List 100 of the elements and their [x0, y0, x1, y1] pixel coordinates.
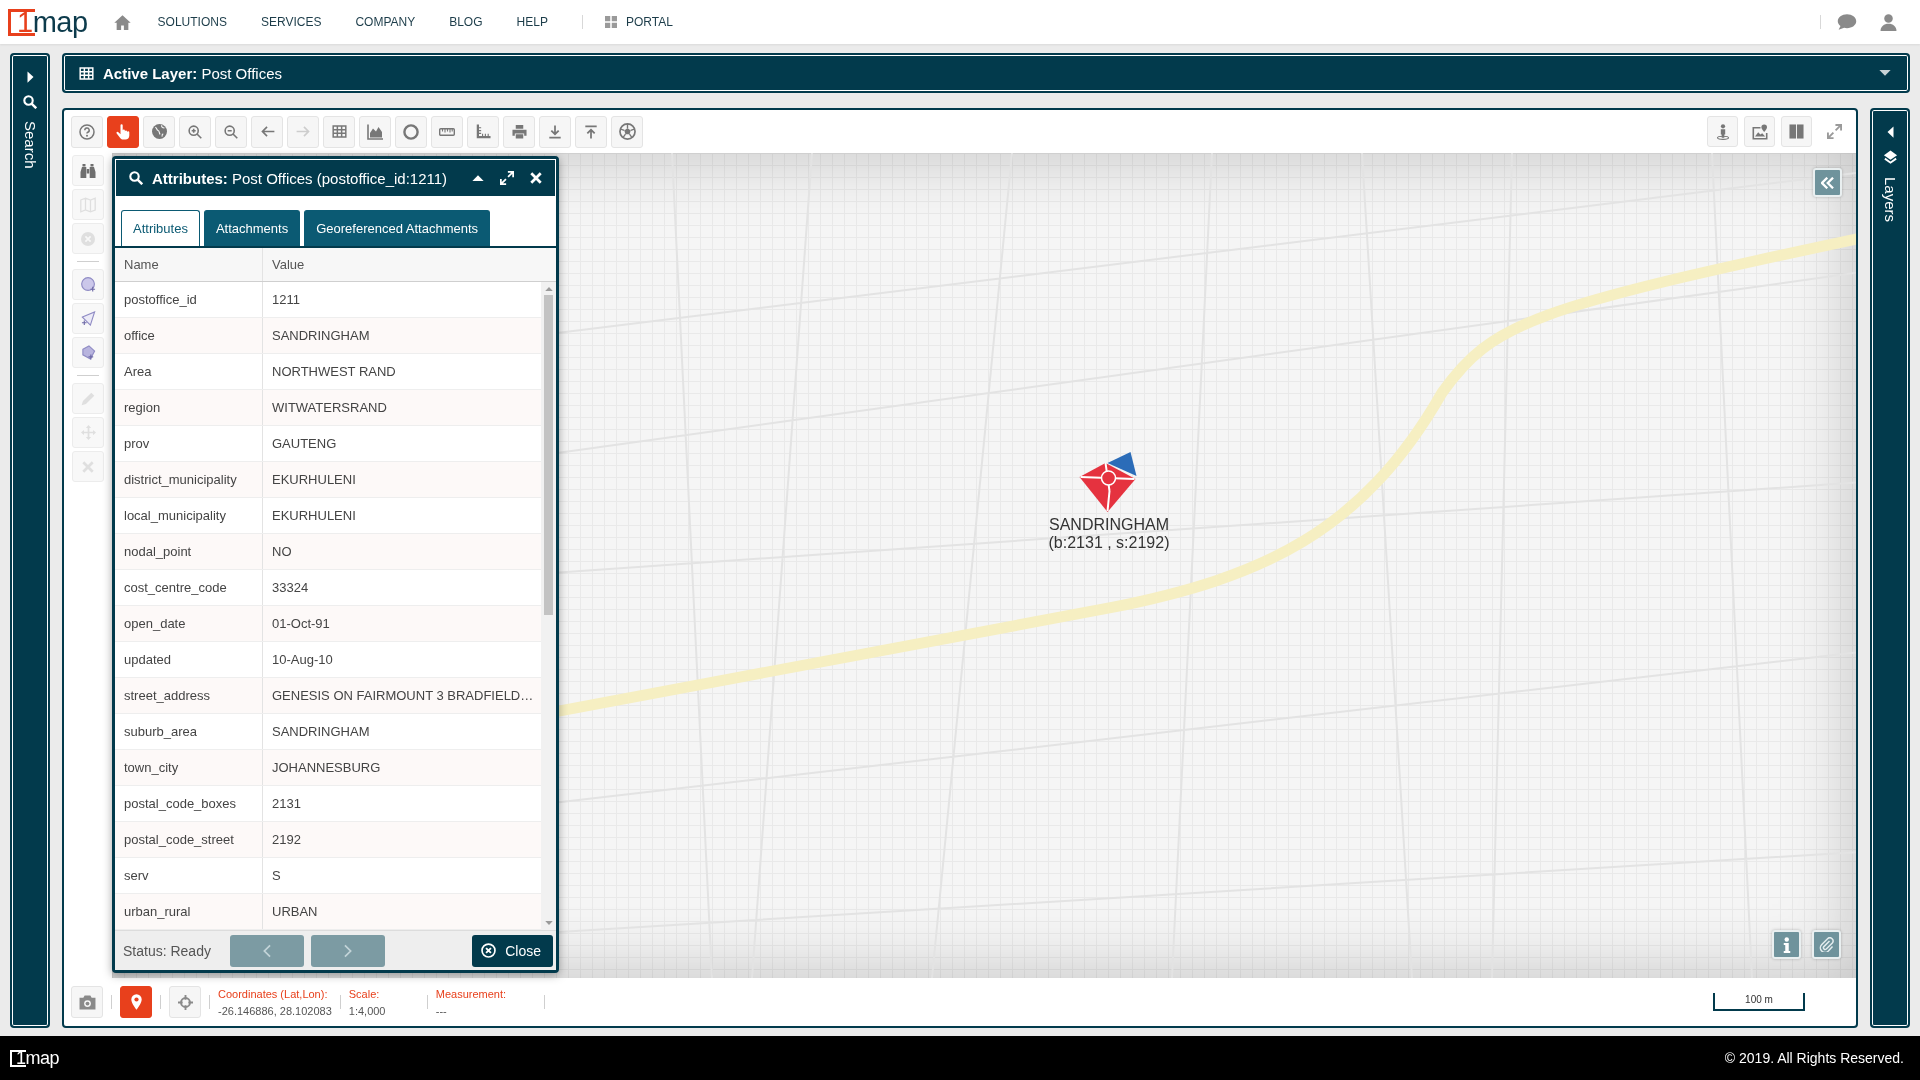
polygon-fill-button[interactable] — [72, 337, 104, 368]
chat-button[interactable] — [1837, 14, 1857, 30]
nav-link[interactable]: SOLUTIONS — [157, 15, 227, 29]
tab[interactable]: Attributes — [121, 210, 200, 246]
table-row[interactable]: postal_code_boxes 2131 — [115, 786, 541, 822]
zoom-in-button[interactable] — [179, 115, 211, 148]
table-row[interactable]: nodal_point NO — [115, 534, 541, 570]
help-button[interactable] — [71, 115, 103, 148]
table-row[interactable]: cost_centre_code 33324 — [115, 570, 541, 606]
nav-link[interactable]: SERVICES — [260, 15, 322, 29]
search-panel-tab[interactable]: Search — [10, 53, 50, 1028]
table-cell-text: EKURHULENI — [271, 507, 357, 525]
globe-button[interactable] — [143, 115, 175, 148]
map-pin-button[interactable] — [120, 986, 152, 1018]
scrollbar-thumb[interactable] — [544, 295, 553, 615]
table-cell-text: 2192 — [271, 831, 302, 849]
footer-logo[interactable]: 1map — [10, 1048, 60, 1068]
zoom-out-button[interactable] — [215, 115, 247, 148]
table-cell: region — [115, 390, 263, 425]
camera-icon — [78, 994, 96, 1010]
table-cell-text: S — [271, 867, 282, 885]
nav-link[interactable]: COMPANY — [355, 15, 416, 29]
ball-button[interactable] — [611, 115, 643, 148]
portal-link[interactable]: PORTAL — [604, 15, 673, 29]
download-button[interactable] — [539, 115, 571, 148]
table-cell: urban_rural — [115, 894, 263, 929]
coordinates-value: -26.146886, 28.102083 — [218, 1004, 332, 1017]
table-cell-text: 1211 — [271, 291, 301, 309]
collapse-button[interactable] — [1813, 168, 1842, 197]
crosshair-button[interactable] — [169, 986, 201, 1018]
copyright-text: © 2019. All Rights Reserved. — [1724, 1050, 1904, 1066]
binoculars-icon — [80, 162, 96, 179]
table-row[interactable]: suburb_area SANDRINGHAM — [115, 714, 541, 750]
angle-button[interactable] — [467, 115, 499, 148]
table-row[interactable]: region WITWATERSRAND — [115, 390, 541, 426]
table-row[interactable]: updated 10-Aug-10 — [115, 642, 541, 678]
table-row[interactable]: district_municipality EKURHULENI — [115, 462, 541, 498]
expand-icon — [1826, 124, 1842, 139]
table-row[interactable]: Area NORTHWEST RAND — [115, 354, 541, 390]
printer-icon — [511, 124, 527, 139]
close-button[interactable]: Close — [472, 934, 553, 967]
user-icon — [1880, 13, 1897, 31]
fullscreen-button[interactable] — [1824, 121, 1844, 142]
table-button[interactable] — [323, 115, 355, 148]
circle-draw-icon — [80, 277, 96, 292]
print-button[interactable] — [503, 115, 535, 148]
camera-button[interactable] — [71, 986, 103, 1018]
table-row[interactable]: postal_code_street 2192 — [115, 822, 541, 858]
polygon-button[interactable] — [72, 303, 104, 334]
arrow-left-icon — [259, 126, 275, 137]
table-row[interactable]: postoffice_id 1211 — [115, 282, 541, 318]
table-cell: open_date — [115, 606, 263, 641]
binoculars-button[interactable] — [72, 155, 104, 186]
home-link[interactable] — [113, 14, 131, 30]
circle-button[interactable] — [395, 115, 427, 148]
map-image-icon — [1751, 123, 1768, 140]
nav-link[interactable]: BLOG — [449, 15, 483, 29]
upload-button[interactable] — [575, 115, 607, 148]
table-row[interactable]: town_city JOHANNESBURG — [115, 750, 541, 786]
hand-tool-button[interactable] — [107, 115, 139, 148]
upload-icon — [584, 124, 598, 139]
back-button[interactable] — [251, 115, 283, 148]
table-cell: updated — [115, 642, 263, 677]
table-row[interactable]: prov GAUTENG — [115, 426, 541, 462]
double-chevron-left-icon — [1821, 176, 1834, 189]
attachment-button[interactable] — [1812, 930, 1841, 959]
table-cell-text: GENESIS ON FAIRMOUNT 3 BRADFIELD… — [271, 687, 535, 705]
street-view-button[interactable] — [1707, 116, 1738, 147]
table-cell: suburb_area — [115, 714, 263, 749]
scrollbar-track[interactable] — [541, 282, 556, 930]
user-button[interactable] — [1880, 13, 1897, 31]
logo[interactable]: 1map — [8, 7, 88, 37]
table-cell-text: WITWATERSRAND — [271, 399, 388, 417]
expand-button[interactable] — [499, 170, 515, 186]
map-image-button[interactable] — [1744, 116, 1775, 147]
coordinates-label: Coordinates (Lat,Lon): — [218, 987, 329, 1000]
tab[interactable]: Georeferenced Attachments — [304, 210, 491, 246]
table-cell-text: SANDRINGHAM — [271, 723, 371, 741]
table-row[interactable]: local_municipality EKURHULENI — [115, 498, 541, 534]
table-cell-text: SANDRINGHAM — [271, 327, 371, 345]
table-row[interactable]: open_date 01-Oct-91 — [115, 606, 541, 642]
table-row[interactable]: office SANDRINGHAM — [115, 318, 541, 354]
marker-label: SANDRINGHAM — [1049, 516, 1169, 534]
ruler-button[interactable] — [431, 115, 463, 148]
table-cell: street_address — [115, 678, 263, 713]
close-dialog-button[interactable] — [528, 170, 544, 186]
table-row[interactable]: serv S — [115, 858, 541, 894]
circle-draw-button[interactable] — [72, 269, 104, 300]
nav-link[interactable]: HELP — [516, 15, 548, 29]
table-row[interactable]: urban_rural URBAN — [115, 894, 541, 930]
layers-panel-tab[interactable]: Layers — [1870, 108, 1910, 1028]
close-circle-icon — [481, 943, 497, 958]
layer-dropdown-button[interactable] — [1879, 70, 1891, 76]
tab[interactable]: Attachments — [203, 210, 301, 246]
measurement-value: --- — [435, 1004, 448, 1017]
info-button[interactable] — [1772, 930, 1801, 959]
table-row[interactable]: street_address GENESIS ON FAIRMOUNT 3 BRADFIELD… — [115, 678, 541, 714]
layers-icon — [1882, 150, 1898, 165]
chart-button[interactable] — [359, 115, 391, 148]
columns-button[interactable] — [1781, 116, 1812, 147]
